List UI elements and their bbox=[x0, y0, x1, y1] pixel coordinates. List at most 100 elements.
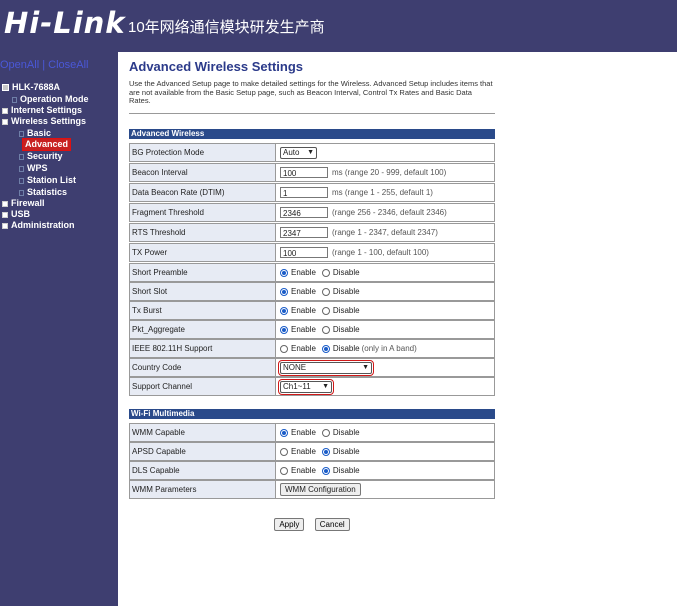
all-link-2[interactable]: All bbox=[76, 59, 88, 71]
page-icon bbox=[19, 130, 24, 137]
brand-logo: Hi-Link bbox=[4, 6, 126, 40]
tree-node-usb[interactable]: USB bbox=[2, 209, 30, 220]
row-apsd-capable: APSD Capable Enable Disable bbox=[129, 442, 495, 461]
main-content: Advanced Wireless Settings Use the Advan… bbox=[129, 52, 495, 531]
tree-label: WPS bbox=[27, 163, 48, 173]
short-slot-disable-radio[interactable]: Disable bbox=[321, 283, 360, 300]
tree-node-firewall[interactable]: Firewall bbox=[2, 198, 45, 209]
chevron-down-icon: ▼ bbox=[362, 363, 369, 371]
tree-node-basic[interactable]: Basic bbox=[19, 128, 51, 139]
row-label: Pkt_Aggregate bbox=[130, 321, 276, 338]
tree-node-security[interactable]: Security bbox=[19, 151, 63, 162]
wmm-configuration-button[interactable]: WMM Configuration bbox=[280, 483, 361, 496]
short-preamble-disable-radio[interactable]: Disable bbox=[321, 264, 360, 281]
tree-node-statistics[interactable]: Statistics bbox=[19, 187, 67, 198]
row-country-code: Country Code NONE ▼ bbox=[129, 358, 495, 377]
tree-node-internet-settings[interactable]: Internet Settings bbox=[2, 105, 82, 116]
computer-icon bbox=[2, 84, 9, 92]
country-code-select[interactable]: NONE ▼ bbox=[278, 359, 374, 376]
support-channel-select[interactable]: Ch1~11 ▼ bbox=[278, 378, 334, 395]
row-label: Support Channel bbox=[130, 378, 276, 395]
apsd-capable-enable-radio[interactable]: Enable bbox=[280, 443, 316, 460]
tree-label: Wireless Settings bbox=[11, 116, 86, 126]
dls-capable-disable-radio[interactable]: Disable bbox=[321, 462, 360, 479]
row-bg-protection: BG Protection Mode Auto ▼ bbox=[129, 143, 495, 162]
section-header-advanced: Advanced Wireless bbox=[129, 129, 495, 139]
row-label: BG Protection Mode bbox=[130, 144, 276, 161]
ieee80211h-enable-radio[interactable]: Enable bbox=[280, 340, 316, 357]
tree-node-administration[interactable]: Administration bbox=[2, 220, 75, 231]
ieee80211h-disable-radio[interactable]: Disable bbox=[321, 340, 360, 357]
row-label: Short Preamble bbox=[130, 264, 276, 281]
pkt-aggregate-disable-radio[interactable]: Disable bbox=[321, 321, 360, 338]
tree-label: Security bbox=[27, 151, 63, 161]
tx-burst-enable-radio[interactable]: Enable bbox=[280, 302, 316, 319]
row-fragment-threshold: Fragment Threshold 2346 (range 256 - 2346… bbox=[129, 203, 495, 222]
beacon-interval-input[interactable]: 100 bbox=[280, 167, 328, 178]
apply-button[interactable]: Apply bbox=[274, 518, 305, 531]
tree-node-device[interactable]: HLK-7688A bbox=[2, 82, 60, 93]
row-dls-capable: DLS Capable Enable Disable bbox=[129, 461, 495, 480]
tree-node-wireless-settings[interactable]: Wireless Settings bbox=[2, 116, 86, 127]
row-wmm-parameters: WMM Parameters WMM Configuration bbox=[129, 480, 495, 499]
page-icon bbox=[12, 96, 17, 103]
frag-hint: (range 256 - 2346, default 2346) bbox=[332, 208, 447, 217]
wmm-capable-disable-radio[interactable]: Disable bbox=[321, 424, 360, 441]
expand-icon bbox=[2, 211, 8, 218]
close-link[interactable]: Close bbox=[48, 59, 76, 71]
page-icon bbox=[19, 177, 24, 184]
tree-node-station-list[interactable]: Station List bbox=[19, 175, 76, 186]
tree-label: USB bbox=[11, 209, 31, 219]
dls-capable-enable-radio[interactable]: Enable bbox=[280, 462, 316, 479]
dtim-input[interactable]: 1 bbox=[280, 187, 328, 198]
page-icon bbox=[19, 165, 24, 172]
tree-node-advanced[interactable]: Advanced bbox=[21, 138, 72, 151]
fragment-threshold-input[interactable]: 2346 bbox=[280, 207, 328, 218]
header-bar: Hi-Link 10年网络通信模块研发生产商 bbox=[0, 0, 677, 52]
a-band-note: (only in A band) bbox=[361, 344, 417, 353]
collapse-icon bbox=[2, 118, 8, 125]
rts-threshold-input[interactable]: 2347 bbox=[280, 227, 328, 238]
tree-label: Statistics bbox=[27, 187, 68, 197]
expand-icon bbox=[2, 200, 8, 207]
tree-node-operation-mode[interactable]: Operation Mode bbox=[12, 94, 89, 105]
tree-label: Internet Settings bbox=[11, 105, 83, 115]
tx-power-input[interactable]: 100 bbox=[280, 247, 328, 258]
row-short-slot: Short Slot Enable Disable bbox=[129, 282, 495, 301]
tree-toggle-links: OpenAll | CloseAll bbox=[0, 59, 89, 71]
bg-protection-select[interactable]: Auto ▼ bbox=[280, 146, 317, 159]
short-preamble-enable-radio[interactable]: Enable bbox=[280, 264, 316, 281]
row-label: APSD Capable bbox=[130, 443, 276, 460]
tree-label: Operation Mode bbox=[20, 94, 89, 104]
row-rts-threshold: RTS Threshold 2347 (range 1 - 2347, defau… bbox=[129, 223, 495, 242]
row-label: Beacon Interval bbox=[130, 164, 276, 181]
row-short-preamble: Short Preamble Enable Disable bbox=[129, 263, 495, 282]
dtim-hint: ms (range 1 - 255, default 1) bbox=[332, 188, 433, 197]
tx-burst-disable-radio[interactable]: Disable bbox=[321, 302, 360, 319]
row-label: TX Power bbox=[130, 244, 276, 261]
chevron-down-icon: ▼ bbox=[322, 382, 329, 390]
pkt-aggregate-enable-radio[interactable]: Enable bbox=[280, 321, 316, 338]
brand-tagline: 10年网络通信模块研发生产商 bbox=[128, 19, 325, 36]
row-label: Tx Burst bbox=[130, 302, 276, 319]
section-header-wmm: Wi-Fi Multimedia bbox=[129, 409, 495, 419]
row-ieee80211h: IEEE 802.11H Support Enable Disable (onl… bbox=[129, 339, 495, 358]
tree-label: Advanced bbox=[25, 139, 69, 149]
row-label: RTS Threshold bbox=[130, 224, 276, 241]
cancel-button[interactable]: Cancel bbox=[314, 518, 350, 531]
row-label: Data Beacon Rate (DTIM) bbox=[130, 184, 276, 201]
open-link[interactable]: Open bbox=[0, 59, 27, 71]
form-actions: Apply Cancel bbox=[129, 514, 495, 532]
row-tx-burst: Tx Burst Enable Disable bbox=[129, 301, 495, 320]
short-slot-enable-radio[interactable]: Enable bbox=[280, 283, 316, 300]
row-beacon-interval: Beacon Interval 100 ms (range 20 - 999, d… bbox=[129, 163, 495, 182]
all-link[interactable]: All bbox=[27, 59, 39, 71]
tree-node-wps[interactable]: WPS bbox=[19, 163, 48, 174]
tree-label: Basic bbox=[27, 128, 52, 138]
txpower-hint: (range 1 - 100, default 100) bbox=[332, 248, 429, 257]
row-wmm-capable: WMM Capable Enable Disable bbox=[129, 423, 495, 442]
expand-icon bbox=[2, 107, 8, 114]
wmm-capable-enable-radio[interactable]: Enable bbox=[280, 424, 316, 441]
row-label: Fragment Threshold bbox=[130, 204, 276, 221]
apsd-capable-disable-radio[interactable]: Disable bbox=[321, 443, 360, 460]
